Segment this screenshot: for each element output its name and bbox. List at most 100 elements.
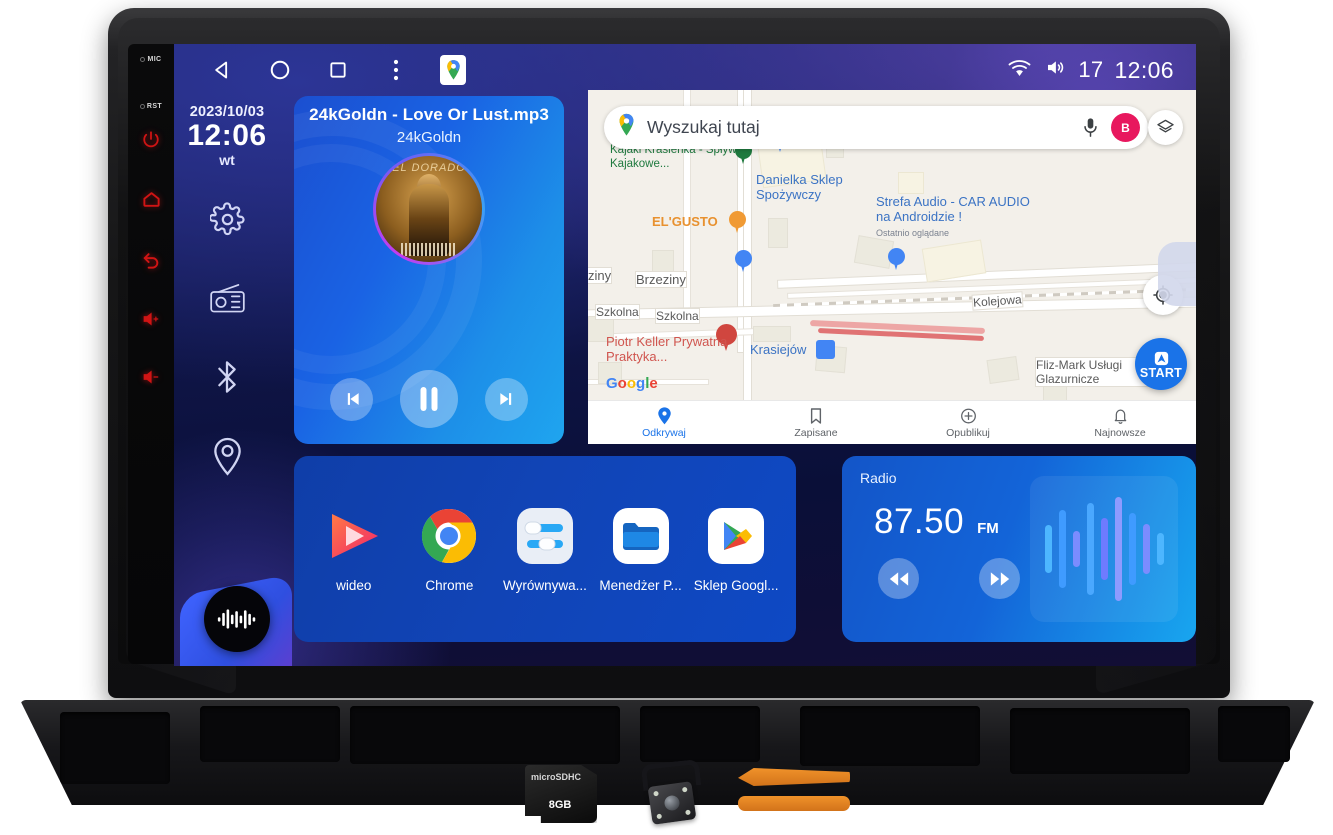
- map-nav-label: Zapisane: [794, 426, 838, 439]
- app-file-manager[interactable]: Menedżer P...: [596, 506, 686, 593]
- app-equalizer[interactable]: Wyrównywa...: [500, 506, 590, 593]
- map-label: Szkolna: [596, 305, 639, 320]
- map-nav-zapisane[interactable]: Zapisane: [740, 407, 892, 439]
- trim-slot: [640, 706, 760, 762]
- sidebar-day: wt: [219, 152, 235, 169]
- map-label-sub: Ostatnio oglądane: [876, 228, 950, 238]
- more-icon[interactable]: [382, 56, 410, 84]
- app-label: Chrome: [425, 577, 474, 593]
- microsd-capacity: 8GB: [548, 799, 572, 811]
- next-track-button[interactable]: [485, 377, 528, 421]
- album-art-ring: EL DORADO: [373, 153, 485, 265]
- map-search-bar[interactable]: Wyszukaj tutaj B: [604, 106, 1148, 149]
- physical-button-rail: MIC RST: [128, 44, 174, 664]
- screen-reflection: [1158, 242, 1196, 306]
- maps-icon[interactable]: [440, 55, 466, 85]
- app-google-play[interactable]: Sklep Googl...: [691, 506, 781, 593]
- bookmark-icon: [810, 407, 822, 424]
- volume-down-button[interactable]: [141, 368, 161, 386]
- app-label: wideo: [336, 577, 372, 593]
- sidebar-time: 12:06: [187, 119, 267, 152]
- apps-widget: wideo Chrome Wyrównywa... Menedżer P... …: [294, 456, 796, 642]
- radio-prev-button[interactable]: [878, 558, 919, 599]
- microsd-brand: microSDHC: [530, 772, 581, 782]
- start-label: START: [1139, 365, 1183, 380]
- map-label: Piotr Keller Prywatna Praktyka...: [606, 334, 728, 365]
- sidebar-item-settings[interactable]: [206, 198, 248, 240]
- map-label: Danielka Sklep Spożywczy: [756, 172, 843, 203]
- album-art-barcode: [401, 243, 457, 256]
- search-input[interactable]: Wyszukaj tutaj: [647, 117, 1077, 138]
- play-pause-button[interactable]: [400, 370, 458, 428]
- track-title: 24kGoldn - Love Or Lust.mp3: [309, 105, 549, 124]
- power-button[interactable]: [142, 130, 160, 148]
- volume-up-button[interactable]: [141, 310, 161, 328]
- map-pin-restaurant[interactable]: [729, 211, 746, 234]
- album-art: EL DORADO: [376, 156, 482, 262]
- map-nav-opublikuj[interactable]: Opublikuj: [892, 407, 1044, 439]
- map-nav-odkrywaj[interactable]: Odkrywaj: [588, 406, 740, 439]
- reset-hole-label: RST: [139, 103, 162, 110]
- system-nav-buttons: [208, 55, 466, 85]
- map-transit-marker[interactable]: [816, 340, 835, 359]
- trim-slot: [200, 706, 340, 762]
- sidebar: 2023/10/03 12:06 wt: [174, 96, 292, 666]
- previous-track-button[interactable]: [330, 377, 373, 421]
- mic-hole-label: MIC: [140, 56, 161, 63]
- home-button[interactable]: [142, 190, 161, 209]
- accessory-rear-camera: [638, 759, 706, 825]
- trim-slot: [800, 706, 980, 766]
- app-chrome[interactable]: Chrome: [404, 506, 494, 593]
- rear-camera: [638, 759, 706, 825]
- app-label: Wyrównywa...: [503, 577, 587, 593]
- product-photo: MIC RST 17 12:06 2023/10/03 12:06 wt 24k…: [0, 0, 1333, 835]
- status-bar: 17 12:06: [174, 44, 1196, 96]
- map-building: [652, 250, 674, 274]
- back-button[interactable]: [141, 251, 161, 270]
- app-wideo[interactable]: wideo: [309, 506, 399, 593]
- recents-icon[interactable]: [324, 56, 352, 84]
- map-nav-najnowsze[interactable]: Najnowsze: [1044, 407, 1196, 439]
- mic-hole-icon: [140, 57, 146, 62]
- mic-label: MIC: [147, 56, 162, 63]
- touchscreen-display: 17 12:06 2023/10/03 12:06 wt 24kGoldn - …: [174, 44, 1196, 666]
- album-art-title: EL DORADO: [392, 162, 466, 174]
- map-pin-audio-store[interactable]: [888, 248, 905, 271]
- sidebar-shortcuts: [206, 198, 248, 477]
- accessory-pry-tool-hook: [738, 768, 850, 786]
- map-layers-button[interactable]: [1148, 110, 1183, 145]
- status-indicators: 17 12:06: [1007, 57, 1174, 84]
- radio-widget[interactable]: Radio 87.50 FM: [842, 456, 1196, 642]
- plus-circle-icon: [960, 408, 976, 423]
- sidebar-item-navigation[interactable]: [206, 435, 248, 477]
- bell-icon: [1114, 409, 1126, 424]
- map-pin-shop[interactable]: [735, 250, 752, 273]
- map-building: [898, 172, 924, 194]
- music-player-widget[interactable]: 24kGoldn - Love Or Lust.mp3 24kGoldn EL …: [294, 96, 564, 444]
- location-pin-icon: [657, 406, 671, 424]
- sidebar-item-bluetooth[interactable]: [206, 356, 248, 398]
- sidebar-date: 2023/10/03: [189, 104, 265, 120]
- home-icon[interactable]: [266, 56, 294, 84]
- avatar[interactable]: B: [1111, 113, 1140, 142]
- voice-assistant-button[interactable]: [204, 586, 270, 652]
- map-label: Strefa Audio - CAR AUDIO na Androidzie !: [876, 194, 1030, 225]
- camera-body: [647, 781, 697, 825]
- trim-slot: [60, 712, 170, 784]
- file-manager-icon: [611, 506, 671, 566]
- microphone-icon[interactable]: [1077, 115, 1103, 141]
- app-label: Menedżer P...: [599, 577, 682, 593]
- radio-next-button[interactable]: [979, 558, 1020, 599]
- volume-level: 17: [1078, 57, 1104, 82]
- accessory-microsd: microSDHC 8GB: [525, 765, 597, 823]
- start-navigation-button[interactable]: START: [1135, 338, 1187, 390]
- sidebar-item-radio[interactable]: [206, 277, 248, 319]
- back-icon[interactable]: [208, 56, 236, 84]
- playback-controls: [294, 370, 564, 428]
- maps-widget[interactable]: Kajaki Krasieńka - Spływy Kajakowe... Da…: [588, 90, 1196, 444]
- voice-waveform-icon: [217, 609, 256, 629]
- volume-icon: [1043, 57, 1067, 83]
- map-building: [986, 356, 1020, 384]
- google-play-icon: [706, 506, 766, 566]
- microsd-card: microSDHC 8GB: [525, 765, 597, 823]
